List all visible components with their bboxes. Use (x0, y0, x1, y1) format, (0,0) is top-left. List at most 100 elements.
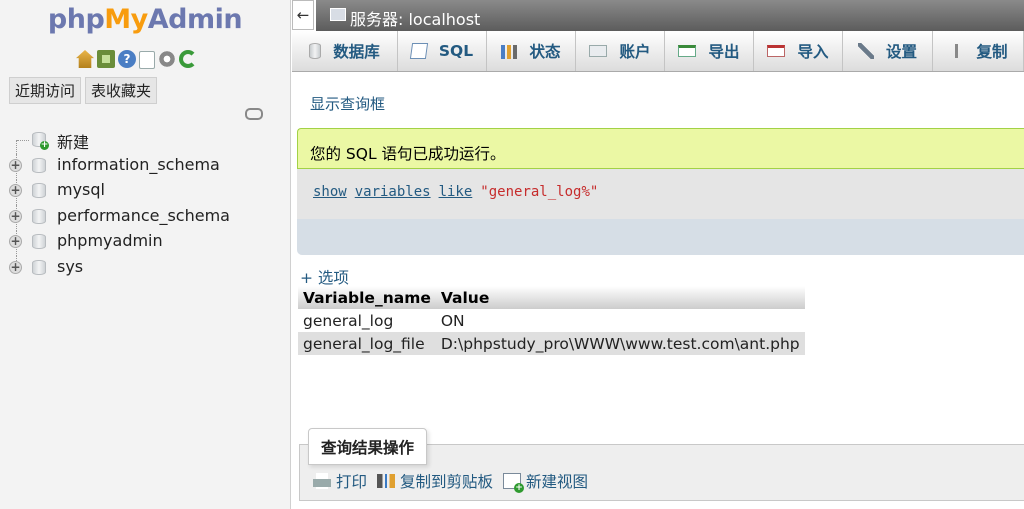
logo-my: My (104, 4, 148, 35)
tab-label: 导出 (708, 43, 740, 61)
tree-item-label[interactable]: performance_schema (57, 206, 230, 225)
sql-query-display[interactable]: show variables like "general_log%" (297, 169, 1024, 219)
operations-legend: 查询结果操作 (308, 428, 428, 465)
database-tree: 新建 + information_schema + mysql + perfor… (0, 128, 290, 281)
column-header[interactable]: Value (435, 286, 805, 309)
tab-settings[interactable]: 设置 (843, 31, 933, 71)
tree-item-label[interactable]: phpmyadmin (57, 231, 163, 250)
database-icon (32, 183, 46, 198)
tab-users[interactable]: 账户 (576, 31, 665, 71)
sql-query-text: show variables like "general_log%" (313, 184, 598, 200)
logout-icon[interactable] (97, 50, 115, 68)
export-icon (678, 45, 697, 57)
server-icon (330, 8, 346, 21)
success-message-box: 您的 SQL 语句已成功运行。 (297, 128, 1024, 169)
tree-item-label[interactable]: sys (57, 257, 83, 276)
table-cell: general_log (298, 309, 436, 332)
sql-keyword[interactable]: variables (355, 184, 431, 200)
tab-import[interactable]: 导入 (754, 31, 843, 71)
collapse-navigation-button[interactable]: ← (292, 0, 314, 30)
link-with-main-panel-icon[interactable] (245, 108, 263, 120)
help-icon[interactable]: ? (118, 50, 136, 68)
server-label[interactable]: 服务器: localhost (350, 6, 480, 30)
sql-toolbar (297, 219, 1024, 255)
tree-item-label[interactable]: 新建 (57, 129, 89, 153)
tab-label: 状态 (529, 43, 561, 61)
server-breadcrumb: 服务器: localhost (316, 0, 1024, 31)
favorites-button[interactable]: 表收藏夹 (85, 77, 158, 104)
create-view-icon (503, 473, 525, 493)
tab-databases[interactable]: 数据库 (292, 31, 398, 71)
status-icon (501, 45, 518, 59)
tab-label: 复制 (976, 43, 1008, 61)
table-cell: general_log_file (298, 332, 436, 355)
expand-icon[interactable]: + (9, 235, 22, 248)
tree-connector (17, 140, 29, 141)
copy-label: 复制到剪贴板 (400, 473, 494, 491)
new-database-icon (32, 132, 49, 150)
database-icon (32, 157, 46, 173)
tree-connector (16, 140, 17, 154)
table-header-row: Variable_name Value (298, 286, 805, 309)
nav-icon-bar: ? (76, 50, 197, 70)
tree-item-label[interactable]: mysql (57, 180, 105, 199)
tab-replication[interactable]: 复制 (933, 31, 1024, 71)
documentation-icon[interactable] (139, 51, 155, 69)
recent-favorite-tabs: 近期访问 表收藏夹 (9, 77, 158, 104)
copy-to-clipboard-link[interactable]: 复制到剪贴板 (377, 470, 493, 492)
database-icon (309, 43, 322, 59)
table-cell: D:\phpstudy_pro\WWW\www.test.com\ant.php (435, 332, 805, 355)
results-table: Variable_name Value general_log ON gener… (298, 286, 805, 355)
sql-keyword[interactable]: like (439, 184, 473, 200)
options-toggle[interactable]: + 选项 (300, 266, 349, 288)
recent-button[interactable]: 近期访问 (9, 77, 82, 104)
logo-admin: Admin (147, 4, 243, 35)
replication-icon (948, 43, 965, 59)
import-icon (767, 45, 786, 57)
tree-item-db[interactable]: + phpmyadmin (0, 230, 290, 256)
operations-links: 打印 复制到剪贴板 新建视图 (313, 470, 592, 493)
tab-label: 设置 (885, 43, 917, 61)
top-menu: 数据库 SQL 状态 账户 导出 导入 设置 复制 (292, 31, 1024, 72)
sql-icon (409, 43, 429, 59)
tab-sql[interactable]: SQL (398, 31, 487, 71)
expand-icon[interactable]: + (9, 184, 22, 197)
tree-item-db[interactable]: + sys (0, 255, 290, 282)
sql-string: "general_log%" (480, 184, 599, 200)
print-link[interactable]: 打印 (313, 470, 367, 492)
tab-label: 导入 (797, 43, 829, 61)
tree-item-db[interactable]: + performance_schema (0, 204, 290, 231)
gear-icon[interactable] (158, 50, 176, 68)
tab-label: 账户 (619, 43, 651, 61)
expand-icon[interactable]: + (9, 260, 22, 274)
create-view-label: 新建视图 (526, 473, 589, 491)
sql-keyword[interactable]: show (313, 184, 347, 200)
clipboard-icon (377, 474, 396, 488)
tab-status[interactable]: 状态 (487, 31, 576, 71)
expand-icon[interactable]: + (9, 209, 22, 223)
tree-item-db[interactable]: + information_schema (0, 153, 290, 180)
phpmyadmin-logo[interactable]: phpMyAdmin (0, 4, 290, 35)
tree-item-label[interactable]: information_schema (57, 155, 220, 174)
reload-icon[interactable] (179, 50, 197, 68)
create-view-link[interactable]: 新建视图 (503, 470, 589, 493)
table-row[interactable]: general_log ON (298, 309, 805, 332)
expand-icon[interactable]: + (9, 158, 22, 172)
navigation-panel: phpMyAdmin ? 近期访问 表收藏夹 新建 + information_… (0, 0, 291, 509)
tab-label: SQL (438, 42, 474, 60)
success-message: 您的 SQL 语句已成功运行。 (310, 145, 506, 163)
show-query-box-link[interactable]: 显示查询框 (310, 93, 385, 114)
logo-php: php (47, 4, 105, 35)
database-icon (32, 259, 46, 275)
table-row[interactable]: general_log_file D:\phpstudy_pro\WWW\www… (298, 332, 805, 355)
table-cell: ON (435, 309, 805, 332)
wrench-icon (857, 43, 874, 59)
tree-item-db[interactable]: + mysql (0, 179, 290, 205)
home-icon[interactable] (76, 50, 94, 68)
column-header[interactable]: Variable_name (298, 286, 436, 309)
tree-item-new[interactable]: 新建 (0, 128, 290, 154)
printer-icon (313, 473, 331, 489)
tab-export[interactable]: 导出 (665, 31, 754, 71)
tab-label: 数据库 (333, 43, 380, 61)
print-label: 打印 (336, 473, 368, 491)
